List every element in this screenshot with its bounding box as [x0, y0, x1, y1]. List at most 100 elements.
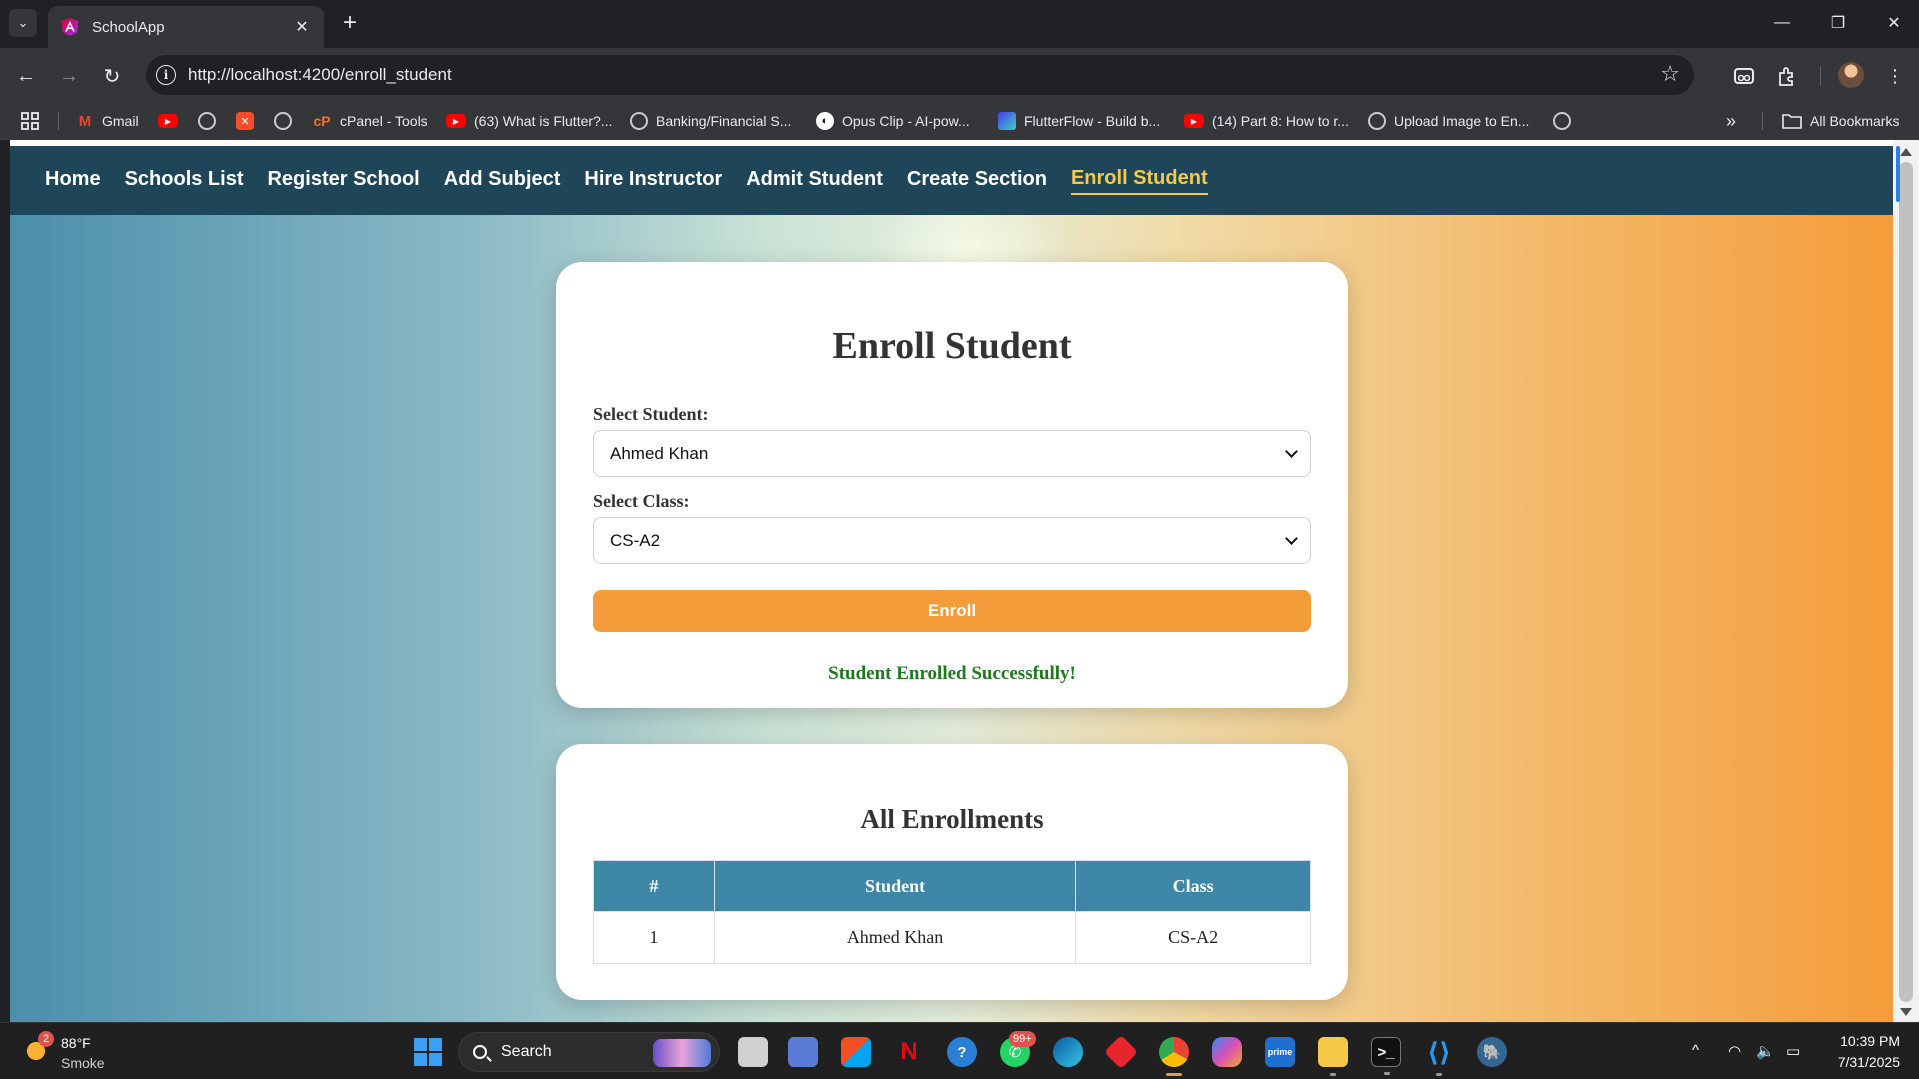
- chevron-down-icon: [1285, 531, 1298, 545]
- weather-condition[interactable]: Smoke: [61, 1055, 105, 1071]
- site-info-icon[interactable]: i: [156, 65, 176, 85]
- page-scrollbar[interactable]: [1893, 140, 1919, 1022]
- volume-icon[interactable]: 🔈: [1756, 1042, 1775, 1060]
- student-select[interactable]: Ahmed Khan: [593, 430, 1311, 477]
- all-bookmarks-folder[interactable]: All Bookmarks: [1782, 110, 1899, 132]
- postgresql-icon[interactable]: 🐘: [1477, 1037, 1507, 1067]
- help-icon[interactable]: ?: [947, 1037, 977, 1067]
- nav-add-subject[interactable]: Add Subject: [444, 168, 561, 194]
- youtube-icon: ▶: [158, 114, 178, 128]
- bookmark-flutter-video[interactable]: ▶ (63) What is Flutter?...: [446, 110, 612, 132]
- page-title: Enroll Student: [832, 325, 1072, 367]
- extensions-icon[interactable]: [1772, 61, 1802, 91]
- bookmark-banking[interactable]: Banking/Financial S...: [630, 110, 791, 132]
- bookmarks-divider: [58, 112, 59, 130]
- cell-number: 1: [593, 911, 715, 964]
- opus-icon: ◐: [816, 112, 834, 130]
- forward-arrow-icon[interactable]: →: [54, 61, 84, 91]
- new-tab-button[interactable]: +: [336, 10, 364, 36]
- battery-icon[interactable]: ▭: [1786, 1042, 1800, 1060]
- terminal-icon[interactable]: >_: [1371, 1037, 1401, 1075]
- bookmark-star-icon[interactable]: ☆: [1660, 61, 1680, 87]
- bookmark-opus-clip[interactable]: ◐ Opus Clip - AI-pow...: [816, 110, 970, 132]
- bookmark-globe[interactable]: [1553, 110, 1579, 132]
- more-menu-icon[interactable]: ⋮: [1880, 61, 1910, 91]
- apps-grid-icon[interactable]: [20, 110, 40, 132]
- task-view-icon[interactable]: [738, 1037, 768, 1067]
- nav-create-section[interactable]: Create Section: [907, 168, 1047, 194]
- prime-video-icon[interactable]: prime: [1265, 1037, 1295, 1067]
- bookmark-label: Gmail: [102, 113, 139, 129]
- bookmark-flutterflow[interactable]: FlutterFlow - Build b...: [998, 110, 1160, 132]
- nav-home[interactable]: Home: [45, 168, 101, 194]
- nav-register-school[interactable]: Register School: [267, 168, 419, 194]
- all-bookmarks-label: All Bookmarks: [1810, 113, 1900, 129]
- chrome-icon[interactable]: [1159, 1037, 1189, 1076]
- minimize-icon[interactable]: —: [1762, 8, 1802, 38]
- wifi-icon[interactable]: ◠: [1728, 1042, 1741, 1060]
- bookmark-label: cPanel - Tools: [340, 113, 428, 129]
- weather-temperature[interactable]: 88°F: [61, 1035, 91, 1051]
- angular-icon: [61, 18, 79, 36]
- column-header-number: #: [593, 860, 715, 912]
- whatsapp-badge: 99+: [1009, 1031, 1036, 1047]
- vscode-icon[interactable]: ⟨⟩: [1424, 1037, 1454, 1076]
- edge-icon[interactable]: [1053, 1037, 1083, 1067]
- close-window-icon[interactable]: ✕: [1874, 8, 1914, 38]
- bookmark-globe[interactable]: [274, 110, 300, 132]
- nav-hire-instructor[interactable]: Hire Instructor: [584, 168, 722, 194]
- windows-start-icon[interactable]: [414, 1038, 442, 1066]
- bookmark-globe[interactable]: [198, 110, 224, 132]
- bookmark-label: FlutterFlow - Build b...: [1024, 113, 1161, 129]
- nav-schools-list[interactable]: Schools List: [125, 168, 244, 194]
- nav-enroll-student[interactable]: Enroll Student: [1070, 167, 1208, 195]
- file-explorer-icon[interactable]: [1318, 1037, 1348, 1076]
- snipping-tool-icon[interactable]: [788, 1037, 818, 1067]
- bookmark-cpanel[interactable]: cP cPanel - Tools: [312, 110, 428, 132]
- flutterflow-icon: [998, 112, 1016, 130]
- address-bar[interactable]: i http://localhost:4200/enroll_student ☆: [146, 55, 1694, 95]
- active-tab[interactable]: SchoolApp ✕: [48, 6, 324, 48]
- netflix-icon[interactable]: N: [894, 1037, 924, 1067]
- enroll-form-card: Enroll Student Select Student: Ahmed Kha…: [556, 262, 1348, 708]
- taskbar-search[interactable]: Search: [458, 1032, 720, 1072]
- reload-icon[interactable]: ↻: [97, 61, 127, 91]
- scroll-up-arrow-icon[interactable]: [1900, 148, 1912, 156]
- bookmarks-divider: [1762, 112, 1763, 130]
- globe-icon: [198, 112, 216, 130]
- windows-taskbar: 2 88°F Smoke Search N ? ✆ 99+ prime >_ ⟨…: [0, 1022, 1919, 1079]
- anydesk-icon[interactable]: [1104, 1035, 1138, 1069]
- search-icon: [473, 1045, 487, 1059]
- url-text[interactable]: http://localhost:4200/enroll_student: [188, 65, 452, 85]
- bookmark-label: Upload Image to En...: [1394, 113, 1530, 129]
- tab-title: SchoolApp: [92, 18, 165, 36]
- toolbar-divider: [1820, 66, 1821, 86]
- success-message: Student Enrolled Successfully!: [828, 663, 1076, 684]
- microsoft-store-icon[interactable]: [841, 1037, 871, 1067]
- cpanel-icon: cP: [313, 113, 331, 129]
- nav-admit-student[interactable]: Admit Student: [746, 168, 883, 194]
- bookmark-gmail[interactable]: M Gmail: [76, 110, 139, 132]
- clock-date[interactable]: 7/31/2025: [1826, 1054, 1900, 1070]
- close-tab-icon[interactable]: ✕: [292, 17, 312, 37]
- more-bookmarks-icon[interactable]: »: [1726, 110, 1736, 132]
- copilot-icon[interactable]: [1212, 1037, 1242, 1067]
- bookmark-app[interactable]: ✕: [236, 110, 262, 132]
- weather-badge: 2: [38, 1031, 54, 1047]
- bookmark-youtube[interactable]: ▶: [158, 110, 186, 132]
- scrollbar-thumb[interactable]: [1899, 162, 1913, 1002]
- scroll-down-arrow-icon[interactable]: [1900, 1008, 1912, 1016]
- tab-search-button[interactable]: ⌄: [9, 9, 37, 37]
- bookmark-upload-image[interactable]: Upload Image to En...: [1368, 110, 1529, 132]
- back-arrow-icon[interactable]: ←: [11, 61, 41, 91]
- class-select[interactable]: CS-A2: [593, 517, 1311, 564]
- clock-time[interactable]: 10:39 PM: [1836, 1033, 1900, 1049]
- taskbar-search-label: Search: [501, 1043, 552, 1060]
- incognito-icon[interactable]: [1729, 61, 1759, 91]
- enroll-button[interactable]: Enroll: [593, 590, 1311, 632]
- table-header-row: # Student Class: [593, 860, 1311, 912]
- bookmark-part8-video[interactable]: ▶ (14) Part 8: How to r...: [1184, 110, 1349, 132]
- restore-icon[interactable]: ❐: [1818, 8, 1858, 38]
- chevron-up-icon[interactable]: ^: [1692, 1042, 1699, 1059]
- profile-avatar[interactable]: [1838, 62, 1864, 88]
